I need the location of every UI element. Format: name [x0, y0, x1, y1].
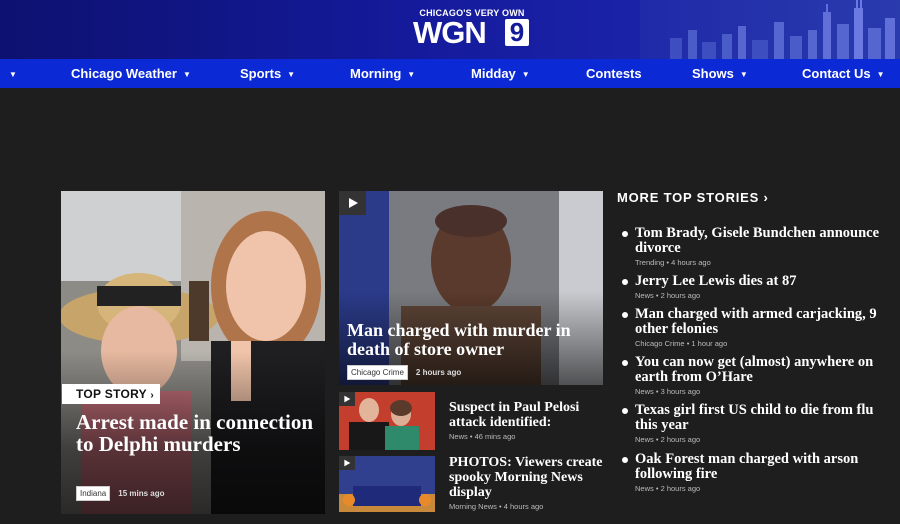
- story-meta: News • 2 hours ago: [635, 435, 701, 444]
- video-play-icon[interactable]: [339, 456, 355, 470]
- nav-overflow-caret[interactable]: ▼: [3, 59, 17, 88]
- nav-item-morning[interactable]: Morning ▼: [350, 59, 415, 88]
- small-story-meta: Morning News • 4 hours ago: [449, 502, 544, 511]
- category-label[interactable]: News: [635, 387, 654, 396]
- nav-label: Chicago Weather: [71, 66, 177, 81]
- chevron-right-icon: ›: [763, 190, 769, 205]
- bullet-icon: [622, 457, 628, 463]
- category-label[interactable]: Chicago Crime: [635, 339, 685, 348]
- timestamp: 2 hours ago: [660, 291, 701, 300]
- timestamp: 2 hours ago: [660, 484, 701, 493]
- second-story-headline[interactable]: Man charged with murder in death of stor…: [347, 321, 597, 359]
- nav-label: Midday: [471, 66, 516, 81]
- top-story-badge-label: TOP STORY: [76, 387, 147, 401]
- chevron-down-icon: ▼: [407, 70, 416, 79]
- story-title[interactable]: Man charged with armed carjacking, 9 oth…: [635, 307, 887, 337]
- timestamp: 4 hours ago: [503, 502, 544, 511]
- nav-label: Morning: [350, 66, 402, 81]
- top-story-meta: Indiana 15 mins ago: [76, 483, 165, 501]
- nav-item-sports[interactable]: Sports ▼: [240, 59, 295, 88]
- chevron-down-icon: ▼: [9, 70, 17, 79]
- chevron-down-icon: ▼: [521, 70, 530, 79]
- timestamp: 4 hours ago: [671, 258, 711, 267]
- more-top-stories-heading[interactable]: MORE TOP STORIES ›: [617, 190, 769, 205]
- more-story-item[interactable]: Oak Forest man charged with arson follow…: [622, 452, 887, 493]
- nav-item-chicago-weather[interactable]: Chicago Weather ▼: [71, 59, 191, 88]
- category-label[interactable]: Trending: [635, 258, 664, 267]
- story-title[interactable]: Texas girl first US child to die from fl…: [635, 403, 887, 433]
- video-play-icon[interactable]: [339, 191, 366, 215]
- bullet-icon: [622, 360, 628, 366]
- skyline-graphic: [640, 0, 900, 59]
- nav-item-midday[interactable]: Midday ▼: [471, 59, 530, 88]
- timestamp: 2 hours ago: [660, 435, 701, 444]
- nav-item-shows[interactable]: Shows ▼: [692, 59, 748, 88]
- main-nav: ▼ Chicago Weather ▼ Sports ▼ Morning ▼ Midd…: [0, 59, 900, 88]
- logo-number: 9: [505, 19, 529, 46]
- logo-wordmark: WGN: [413, 15, 487, 50]
- story-title[interactable]: Oak Forest man charged with arson follow…: [635, 452, 887, 482]
- video-play-icon[interactable]: [339, 392, 355, 406]
- category-label[interactable]: News: [449, 432, 468, 441]
- nav-label: Shows: [692, 66, 734, 81]
- section-title: MORE TOP STORIES: [617, 190, 760, 205]
- bullet-icon: [622, 231, 628, 237]
- top-story-headline[interactable]: Arrest made in connection to Delphi murd…: [76, 411, 316, 455]
- more-story-item[interactable]: Man charged with armed carjacking, 9 oth…: [622, 307, 887, 348]
- wgn9-logo[interactable]: CHICAGO'S VERY OWN WGN 9: [413, 8, 531, 50]
- small-story-thumb[interactable]: [339, 392, 435, 450]
- site-header: CHICAGO'S VERY OWN WGN 9: [0, 0, 900, 59]
- small-story-headline[interactable]: Suspect in Paul Pelosi attack identified…: [449, 400, 599, 430]
- top-story-card[interactable]: [61, 191, 325, 514]
- more-story-item[interactable]: Texas girl first US child to die from fl…: [622, 403, 887, 444]
- bullet-icon: [622, 408, 628, 414]
- nav-label: Sports: [240, 66, 282, 81]
- story-meta: News • 3 hours ago: [635, 387, 701, 396]
- story-title[interactable]: Tom Brady, Gisele Bundchen announce divo…: [635, 226, 887, 256]
- nav-label: Contests: [586, 66, 642, 81]
- second-story-meta: Chicago Crime 2 hours ago: [347, 362, 461, 380]
- chevron-down-icon: ▼: [876, 70, 885, 79]
- nav-item-contests[interactable]: Contests: [586, 59, 642, 88]
- chevron-down-icon: ▼: [182, 70, 191, 79]
- timestamp: 3 hours ago: [660, 387, 701, 396]
- more-story-item[interactable]: You can now get (almost) anywhere on ear…: [622, 355, 887, 396]
- category-tag[interactable]: Chicago Crime: [347, 365, 408, 380]
- category-label[interactable]: News: [635, 435, 654, 444]
- timestamp: 15 mins ago: [118, 489, 165, 498]
- category-label[interactable]: News: [635, 484, 654, 493]
- category-label[interactable]: News: [635, 291, 654, 300]
- timestamp: 1 hour ago: [691, 339, 728, 348]
- story-title[interactable]: You can now get (almost) anywhere on ear…: [635, 355, 887, 385]
- timestamp: 46 mins ago: [474, 432, 516, 441]
- more-story-item[interactable]: Jerry Lee Lewis dies at 87 News • 2 hour…: [622, 274, 887, 300]
- top-story-badge[interactable]: TOP STORY ›: [62, 384, 161, 404]
- category-tag[interactable]: Indiana: [76, 486, 111, 501]
- chevron-down-icon: ▼: [287, 70, 296, 79]
- bullet-icon: [622, 279, 628, 285]
- timestamp: 2 hours ago: [415, 368, 462, 377]
- bullet-icon: [622, 312, 628, 318]
- story-meta: Chicago Crime • 1 hour ago: [635, 339, 728, 348]
- story-title[interactable]: Jerry Lee Lewis dies at 87: [635, 274, 887, 289]
- more-story-item[interactable]: Tom Brady, Gisele Bundchen announce divo…: [622, 226, 887, 267]
- story-meta: Trending • 4 hours ago: [635, 258, 711, 267]
- chevron-down-icon: ▼: [739, 70, 748, 79]
- chevron-right-icon: ›: [150, 390, 155, 401]
- small-story-headline[interactable]: PHOTOS: Viewers create spooky Morning Ne…: [449, 455, 604, 500]
- story-meta: News • 2 hours ago: [635, 484, 701, 493]
- nav-label: Contact Us: [802, 66, 871, 81]
- category-label[interactable]: Morning News: [449, 502, 497, 511]
- small-story-thumb[interactable]: [339, 456, 435, 512]
- story-meta: News • 2 hours ago: [635, 291, 701, 300]
- small-story-meta: News • 46 mins ago: [449, 432, 516, 441]
- nav-item-contact-us[interactable]: Contact Us ▼: [802, 59, 885, 88]
